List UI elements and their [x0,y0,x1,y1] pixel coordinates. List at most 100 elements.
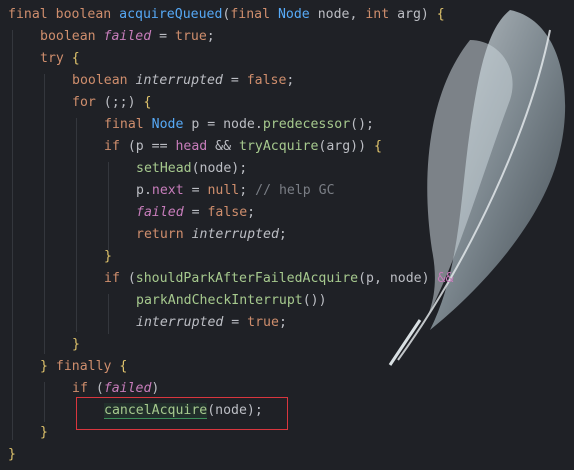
code-line[interactable]: boolean interrupted = false; [72,70,294,92]
code-line[interactable]: final boolean acquireQueued(final Node n… [8,4,445,26]
code-token: ; [206,29,215,44]
code-line[interactable]: if (p == head && tryAcquire(arg)) { [104,136,382,158]
code-token: } [72,337,80,352]
indent-guide [76,118,77,332]
code-token: } [40,425,48,440]
code-token: (p, node) [358,271,438,286]
code-editor[interactable]: final boolean acquireQueued ( final Node n… [0,0,574,470]
code-token: failed [103,381,152,396]
code-token: tryAcquire [239,139,319,154]
code-token: } [104,249,112,264]
code-line[interactable]: p.next = null; // help GC [136,180,335,202]
code-token: (arg)) [318,139,374,154]
code-token: ; [278,315,287,330]
code-line[interactable]: boolean failed = true; [40,26,215,48]
code-token: false [207,205,248,220]
code-token: interrupted [136,315,224,330]
indent-guide [108,162,109,250]
code-token: { [119,359,128,374]
code-token: parkAndCheckInterrupt [136,293,303,308]
highlight-box [76,397,288,430]
indent-guide [12,30,13,440]
code-token: true [175,29,207,44]
code-token: Node [277,7,318,22]
code-token: } [40,359,56,374]
code-token: p. [136,183,152,198]
code-token: { [436,7,445,22]
code-token: int [365,7,398,22]
code-token: ; [247,205,256,220]
code-line[interactable]: } finally { [40,356,127,378]
indent-guide [44,74,45,354]
code-token: true [247,315,279,330]
code-token: if [104,271,128,286]
code-line[interactable]: interrupted = true; [136,312,287,334]
code-line[interactable]: } [104,246,112,268]
code-line[interactable]: try { [40,48,80,70]
code-token: boolean [40,29,104,44]
feather-background-image [388,10,566,366]
code-token: ; [278,227,287,242]
code-token: (;;) [103,95,144,110]
code-token: arg) [397,7,437,22]
code-line[interactable]: final Node p = node.predecessor(); [104,114,374,136]
code-token: && [215,139,239,154]
code-token: next [151,183,184,198]
code-line[interactable]: } [40,422,48,444]
code-token: if [104,139,128,154]
code-token: failed [136,205,184,220]
code-token: { [373,139,382,154]
code-token: ; [286,73,295,88]
code-token: ) [151,381,160,396]
code-token: (node); [191,161,248,176]
indent-guide [108,294,109,334]
code-token: ( [95,381,104,396]
code-token: = [183,183,208,198]
code-line[interactable]: for (;;) { [72,92,151,114]
code-token: null [207,183,240,198]
code-token: && [437,271,454,286]
code-token: = [183,205,208,220]
code-token: } [8,447,16,462]
code-token: acquireQueued [119,7,223,22]
code-token: ; [239,183,256,198]
code-token: interrupted [135,73,223,88]
code-token: failed [103,29,152,44]
code-token: = [223,315,248,330]
code-token: { [143,95,152,110]
code-token: false [246,73,287,88]
code-token: interrupted [191,227,279,242]
code-token: (); [350,117,374,132]
code-token: shouldParkAfterFailedAcquire [135,271,359,286]
code-token: ( [127,271,136,286]
code-token: for [72,95,104,110]
code-token: = [222,73,247,88]
code-token: ()) [302,293,327,308]
code-line[interactable]: } [8,444,16,466]
code-token: predecessor [262,117,351,132]
code-token: { [71,51,80,66]
code-line[interactable]: failed = false; [136,202,255,224]
code-line[interactable]: setHead(node); [136,158,247,180]
code-token: boolean [55,7,120,22]
code-token: Node [151,117,192,132]
code-token: final [230,7,278,22]
code-token: = [151,29,175,44]
code-token: head [175,139,216,154]
code-token: (p == [127,139,176,154]
code-line[interactable]: if (shouldParkAfterFailedAcquire(p, node… [104,268,453,290]
code-line[interactable]: parkAndCheckInterrupt()) [136,290,327,312]
code-token: setHead [136,161,192,176]
code-token: // help GC [255,183,335,198]
code-token: final [8,7,56,22]
code-line[interactable]: } [72,334,80,356]
indent-guide [44,382,45,422]
code-token: return [136,227,192,242]
code-line[interactable]: return interrupted; [136,224,287,246]
code-token: finally [55,359,120,374]
code-token: if [72,381,96,396]
code-token: boolean [72,73,136,88]
code-token: p = node. [191,117,263,132]
code-token: final [104,117,152,132]
code-token: try [40,51,72,66]
